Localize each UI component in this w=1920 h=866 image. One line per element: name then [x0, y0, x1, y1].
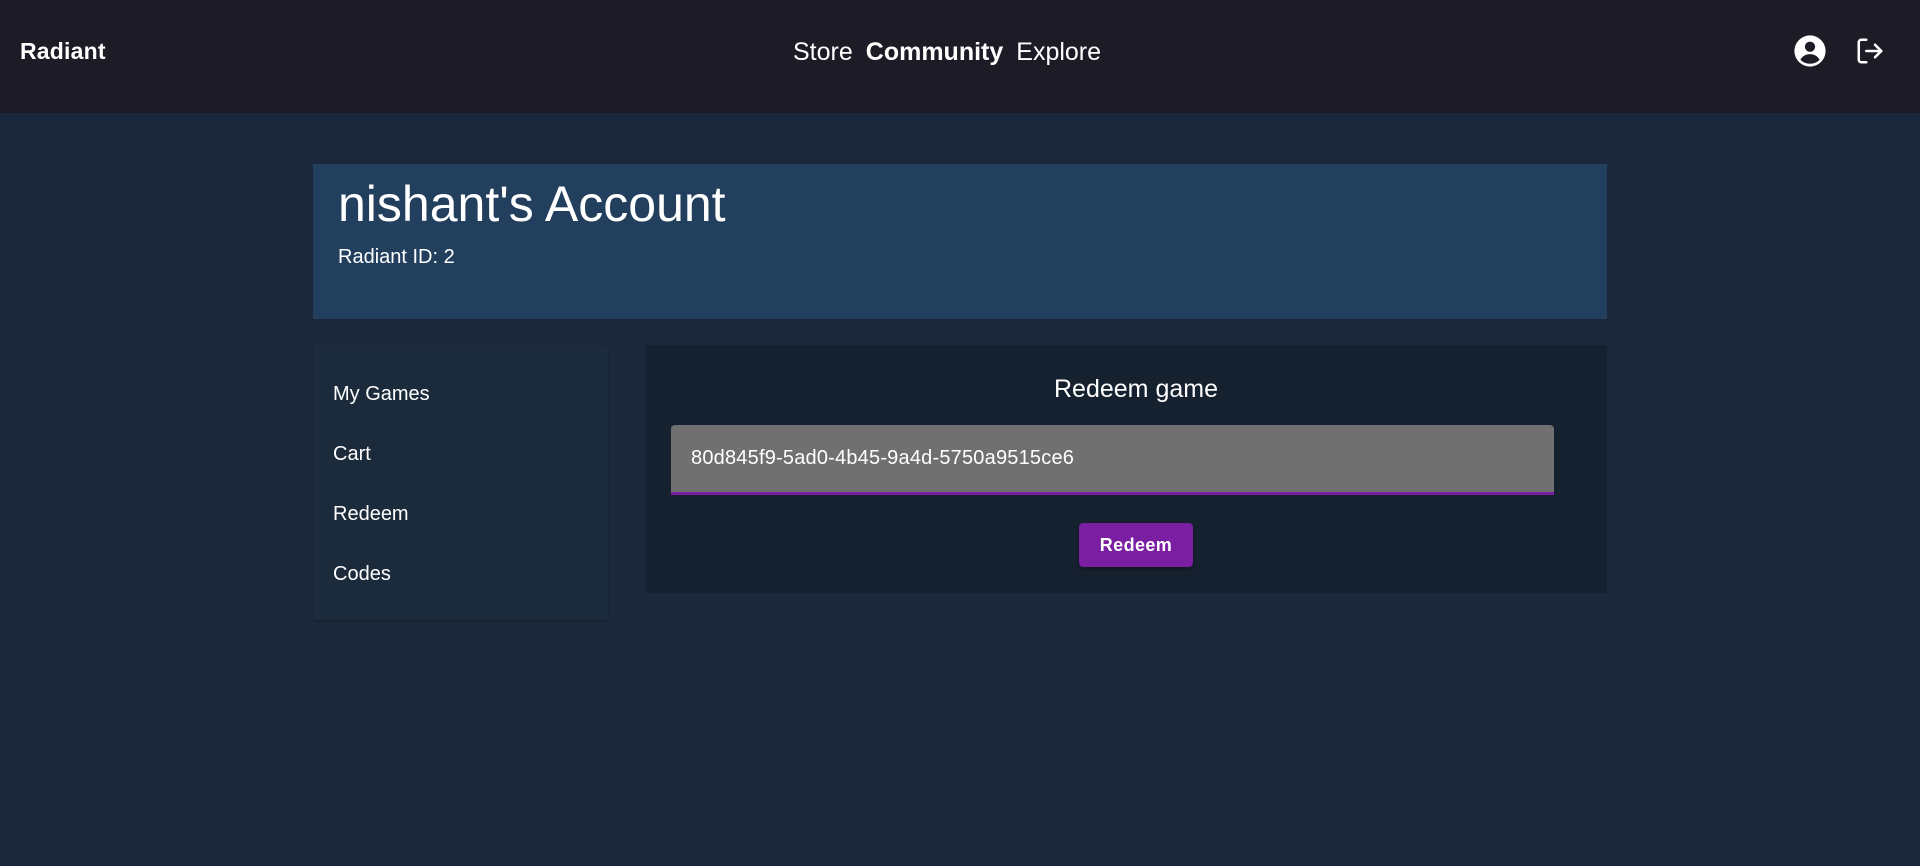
main-nav: Store Community Explore	[793, 37, 1101, 67]
radiant-id-text: Radiant ID: 2	[338, 246, 455, 268]
top-navigation-bar: Radiant Store Community Explore	[0, 0, 1920, 113]
nav-link-explore[interactable]: Explore	[1016, 37, 1101, 67]
redeem-game-panel: Redeem game Redeem	[646, 345, 1607, 593]
redeem-button[interactable]: Redeem	[1079, 523, 1193, 567]
redeem-code-input[interactable]	[671, 425, 1554, 492]
redeem-code-field	[671, 425, 1554, 495]
side-menu-item-redeem[interactable]: Redeem	[313, 495, 608, 555]
logout-button[interactable]	[1852, 33, 1888, 69]
account-circle-icon	[1794, 35, 1826, 67]
nav-link-community[interactable]: Community	[866, 37, 1004, 67]
side-menu-item-cart[interactable]: Cart	[313, 435, 608, 495]
side-menu-item-codes[interactable]: Codes	[313, 555, 608, 615]
redeem-title: Redeem game	[1054, 375, 1218, 403]
account-button[interactable]	[1792, 33, 1828, 69]
nav-link-store[interactable]: Store	[793, 37, 853, 67]
side-menu-item-my-games[interactable]: My Games	[313, 375, 608, 435]
account-header: nishant's Account Radiant ID: 2	[313, 164, 1607, 319]
logout-icon	[1857, 38, 1883, 64]
page-title: nishant's Account	[338, 176, 726, 232]
account-side-menu: My Games Cart Redeem Codes	[313, 345, 608, 620]
brand-logo-text[interactable]: Radiant	[20, 38, 106, 65]
